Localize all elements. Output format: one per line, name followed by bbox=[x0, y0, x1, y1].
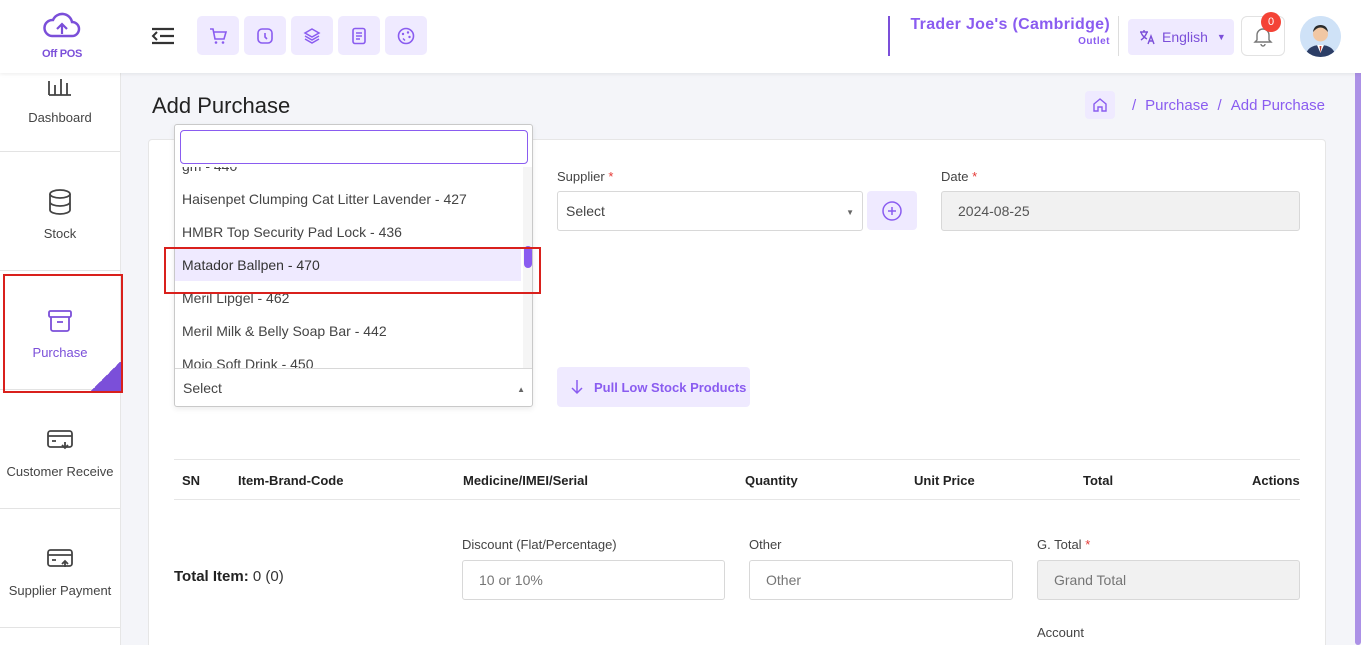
layers-icon-button[interactable] bbox=[291, 16, 333, 55]
other-input[interactable] bbox=[749, 560, 1013, 600]
sidebar-item-label: Dashboard bbox=[28, 110, 92, 125]
plus-circle-icon bbox=[882, 200, 902, 221]
breadcrumb-purchase[interactable]: Purchase bbox=[1145, 97, 1208, 114]
top-header: Off POS Trader Joe's (Cambridge) Outlet … bbox=[0, 0, 1361, 73]
breadcrumb: / Purchase / Add Purchase bbox=[1085, 91, 1325, 119]
discount-label: Discount (Flat/Percentage) bbox=[462, 537, 617, 552]
page-scrollbar[interactable] bbox=[1355, 0, 1361, 645]
user-avatar[interactable] bbox=[1300, 16, 1341, 57]
header-divider bbox=[1118, 16, 1119, 56]
outlet-name: Trader Joe's (Cambridge) bbox=[910, 16, 1110, 33]
database-icon bbox=[49, 189, 71, 215]
sidebar-item-label: Customer Receive bbox=[6, 464, 114, 479]
column-header: Item-Brand-Code bbox=[238, 473, 344, 488]
logo-text: Off POS bbox=[41, 48, 83, 60]
breadcrumb-add-purchase: Add Purchase bbox=[1230, 96, 1325, 114]
total-item-summary: Total Item: 0 (0) bbox=[174, 568, 284, 585]
palette-icon-button[interactable] bbox=[385, 16, 427, 55]
discount-input[interactable] bbox=[462, 560, 725, 600]
palette-icon bbox=[397, 27, 415, 44]
sidebar-item-label: Stock bbox=[43, 226, 77, 241]
document-icon bbox=[352, 27, 366, 44]
language-label: English bbox=[1162, 29, 1208, 45]
clock-icon bbox=[257, 27, 273, 44]
dropdown-option[interactable]: Haisenpet Clumping Cat Litter Lavender -… bbox=[175, 182, 521, 215]
total-item-value: 0 (0) bbox=[252, 568, 284, 585]
pull-low-stock-label: Pull Low Stock Products bbox=[594, 379, 747, 395]
chevron-down-icon: ▼ bbox=[846, 208, 854, 217]
layers-icon bbox=[303, 27, 321, 44]
avatar-image bbox=[1300, 16, 1341, 57]
sidebar-item-customer-receive[interactable]: Customer Receive bbox=[0, 390, 120, 509]
cart-icon bbox=[210, 27, 228, 44]
date-field[interactable]: 2024-08-25 bbox=[941, 191, 1300, 231]
cloud-logo-icon bbox=[43, 12, 81, 38]
translate-icon bbox=[1140, 30, 1155, 45]
supplier-select[interactable]: Select ▼ bbox=[557, 191, 863, 231]
chevron-up-icon: ▲ bbox=[517, 385, 525, 394]
pull-low-stock-button[interactable]: Pull Low Stock Products bbox=[557, 367, 750, 407]
sidebar-item-label: Supplier Payment bbox=[8, 583, 112, 598]
active-corner-marker bbox=[90, 362, 121, 391]
date-label: Date * bbox=[941, 169, 978, 184]
clock-icon-button[interactable] bbox=[244, 16, 286, 55]
menu-collapse-icon[interactable] bbox=[150, 25, 176, 47]
add-supplier-button[interactable] bbox=[867, 191, 917, 230]
dropdown-option[interactable]: gm - 440 bbox=[175, 167, 521, 182]
total-item-label: Total Item: bbox=[174, 568, 249, 585]
column-header: Total bbox=[1083, 473, 1114, 488]
language-dropdown[interactable]: English ▼ bbox=[1128, 19, 1234, 55]
card-send-icon bbox=[47, 549, 73, 567]
card-receive-icon bbox=[47, 430, 73, 450]
breadcrumb-separator: / bbox=[1132, 96, 1137, 114]
home-icon[interactable] bbox=[1085, 91, 1115, 119]
column-header: SN bbox=[182, 473, 201, 488]
account-label: Account bbox=[1037, 625, 1084, 640]
column-header: Quantity bbox=[745, 473, 798, 488]
sidebar-item-stock[interactable]: Stock bbox=[0, 152, 120, 271]
items-table-header: SN Item-Brand-Code Medicine/IMEI/Serial … bbox=[174, 459, 1300, 500]
highlighted-option-box bbox=[164, 247, 541, 294]
outlet-label: Outlet bbox=[1078, 36, 1110, 47]
app-logo[interactable]: Off POS bbox=[36, 12, 88, 60]
document-icon-button[interactable] bbox=[338, 16, 380, 55]
dropdown-search-input[interactable] bbox=[180, 130, 528, 164]
dropdown-option[interactable]: Mojo Soft Drink - 450 bbox=[175, 347, 521, 369]
gtotal-label: G. Total * bbox=[1037, 537, 1091, 552]
notification-count-badge: 0 bbox=[1261, 12, 1281, 32]
chart-icon bbox=[48, 79, 71, 96]
outlet-selector[interactable]: Trader Joe's (Cambridge) Outlet bbox=[888, 16, 1110, 56]
supplier-select-value: Select bbox=[566, 203, 605, 219]
dropdown-option[interactable]: HMBR Top Security Pad Lock - 436 bbox=[175, 215, 521, 248]
sidebar-item-supplier-payment[interactable]: Supplier Payment bbox=[0, 509, 120, 628]
notification-button[interactable]: 0 bbox=[1241, 12, 1285, 56]
item-select-field[interactable]: Select ▲ bbox=[175, 368, 532, 406]
column-header: Medicine/IMEI/Serial bbox=[463, 473, 588, 488]
breadcrumb-separator: / bbox=[1217, 96, 1222, 114]
supplier-label: Supplier * bbox=[557, 169, 614, 184]
chevron-down-icon: ▼ bbox=[1216, 32, 1226, 42]
other-label: Other bbox=[749, 537, 782, 552]
arrow-down-icon bbox=[571, 380, 583, 395]
item-select-value: Select bbox=[183, 379, 222, 396]
page-title: Add Purchase bbox=[152, 93, 291, 118]
column-header: Actions bbox=[1252, 473, 1300, 488]
column-header: Unit Price bbox=[914, 473, 975, 488]
grand-total-input[interactable] bbox=[1037, 560, 1300, 600]
cart-icon-button[interactable] bbox=[197, 16, 239, 55]
dropdown-option[interactable]: Meril Milk & Belly Soap Bar - 442 bbox=[175, 314, 521, 347]
